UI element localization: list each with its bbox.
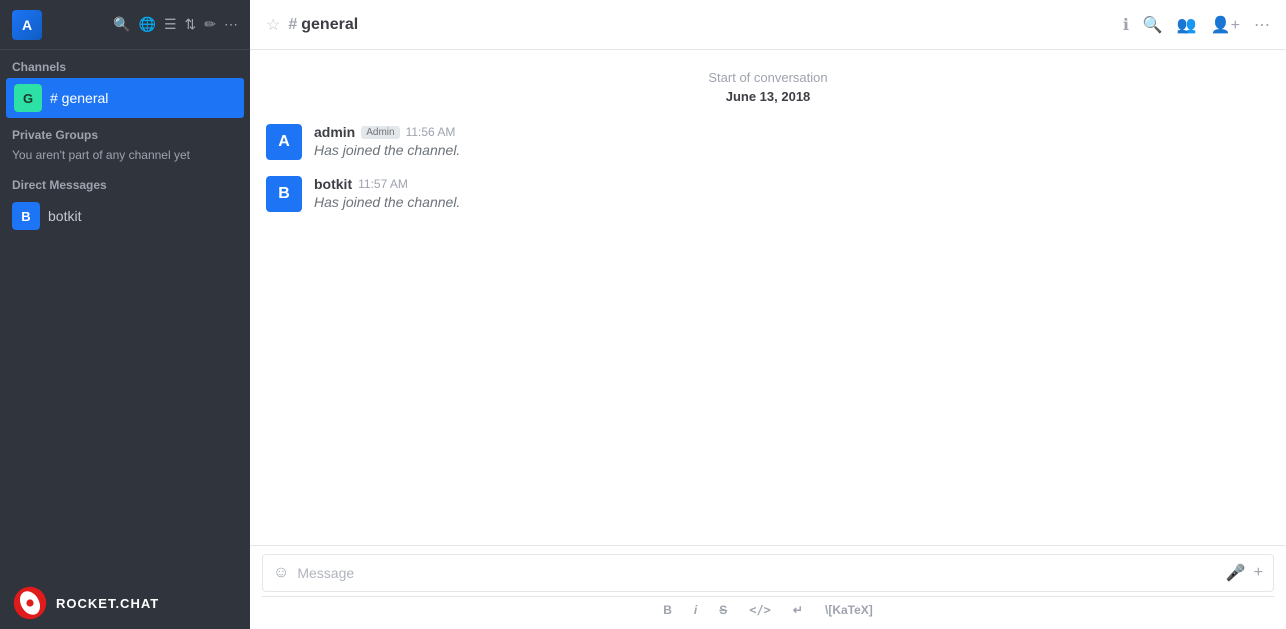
kebab-menu-icon[interactable]: ⋯ bbox=[1254, 15, 1270, 35]
logo-text: ROCKET.CHAT bbox=[56, 596, 159, 611]
message-content-admin: admin Admin 11:56 AM Has joined the chan… bbox=[314, 124, 1270, 158]
message-input-box: ☺ 🎤 + bbox=[262, 554, 1274, 592]
input-area: ☺ 🎤 + B i S </> ↵ \[KaTeX] bbox=[250, 545, 1286, 629]
main-area: ☆ # general ℹ 🔍 👥 👤+ ⋯ Start of conversa… bbox=[250, 0, 1286, 629]
rocket-logo: ROCKET.CHAT bbox=[12, 585, 159, 621]
sort-icon[interactable]: ⇅ bbox=[185, 16, 197, 33]
search-icon[interactable]: 🔍 bbox=[1143, 15, 1163, 35]
sidebar-toolbar: 🔍 🌐 ☰ ⇅ ✏ ⋯ bbox=[113, 16, 238, 33]
sidebar: A 🔍 🌐 ☰ ⇅ ✏ ⋯ Channels G # general Priva… bbox=[0, 0, 250, 629]
message-avatar-botkit: B bbox=[266, 176, 302, 212]
private-groups-label: Private Groups bbox=[0, 118, 250, 146]
code-button[interactable]: </> bbox=[745, 601, 775, 619]
message-row: B botkit 11:57 AM Has joined the channel… bbox=[266, 176, 1270, 212]
rocket-icon bbox=[12, 585, 48, 621]
microphone-icon[interactable]: 🎤 bbox=[1226, 563, 1246, 583]
channels-label: Channels bbox=[0, 50, 250, 78]
edit-icon[interactable]: ✏ bbox=[204, 16, 216, 33]
message-content-botkit: botkit 11:57 AM Has joined the channel. bbox=[314, 176, 1270, 210]
user-avatar[interactable]: A bbox=[12, 10, 42, 40]
message-header-botkit: botkit 11:57 AM bbox=[314, 176, 1270, 192]
message-text-admin: Has joined the channel. bbox=[314, 142, 1270, 158]
private-groups-empty-text: You aren't part of any channel yet bbox=[0, 146, 250, 170]
channel-title: # general bbox=[288, 16, 358, 34]
favorite-icon[interactable]: ☆ bbox=[266, 15, 280, 35]
plus-icon[interactable]: + bbox=[1254, 564, 1263, 582]
message-text-botkit: Has joined the channel. bbox=[314, 194, 1270, 210]
channel-name-general: # general bbox=[50, 90, 108, 106]
search-icon[interactable]: 🔍 bbox=[113, 16, 130, 33]
message-time-botkit: 11:57 AM bbox=[358, 177, 408, 191]
katex-button[interactable]: \[KaTeX] bbox=[821, 601, 877, 619]
message-username-admin: admin bbox=[314, 124, 355, 140]
quote-button[interactable]: ↵ bbox=[789, 601, 807, 619]
emoji-icon[interactable]: ☺ bbox=[273, 564, 289, 582]
globe-icon[interactable]: 🌐 bbox=[139, 16, 156, 33]
conversation-start-label: Start of conversation bbox=[266, 70, 1270, 85]
hash-symbol: # bbox=[288, 16, 297, 34]
more-icon[interactable]: ⋯ bbox=[224, 16, 238, 33]
messages-area: Start of conversation June 13, 2018 A ad… bbox=[250, 50, 1286, 545]
message-time-admin: 11:56 AM bbox=[406, 125, 456, 139]
members-icon[interactable]: 👥 bbox=[1177, 15, 1197, 35]
info-icon[interactable]: ℹ bbox=[1123, 15, 1129, 35]
add-member-icon[interactable]: 👤+ bbox=[1211, 15, 1240, 35]
italic-button[interactable]: i bbox=[690, 601, 701, 619]
message-toolbar: B i S </> ↵ \[KaTeX] bbox=[262, 596, 1274, 621]
dm-avatar-botkit: B bbox=[12, 202, 40, 230]
main-header: ☆ # general ℹ 🔍 👥 👤+ ⋯ bbox=[250, 0, 1286, 50]
channel-item-general[interactable]: G # general bbox=[6, 78, 244, 118]
message-avatar-admin: A bbox=[266, 124, 302, 160]
message-input[interactable] bbox=[297, 565, 1217, 581]
dm-name-botkit: botkit bbox=[48, 208, 81, 224]
sidebar-header: A 🔍 🌐 ☰ ⇅ ✏ ⋯ bbox=[0, 0, 250, 50]
channel-avatar-general: G bbox=[14, 84, 42, 112]
admin-badge: Admin bbox=[361, 126, 399, 139]
list-icon[interactable]: ☰ bbox=[164, 16, 177, 33]
message-row: A admin Admin 11:56 AM Has joined the ch… bbox=[266, 124, 1270, 160]
conversation-date: June 13, 2018 bbox=[266, 89, 1270, 104]
bold-button[interactable]: B bbox=[659, 601, 676, 619]
message-username-botkit: botkit bbox=[314, 176, 352, 192]
dm-item-botkit[interactable]: B botkit bbox=[0, 196, 250, 236]
channel-name-display: general bbox=[301, 16, 358, 34]
header-actions: ℹ 🔍 👥 👤+ ⋯ bbox=[1123, 15, 1270, 35]
message-header-admin: admin Admin 11:56 AM bbox=[314, 124, 1270, 140]
direct-messages-label: Direct Messages bbox=[0, 170, 250, 196]
sidebar-footer: ROCKET.CHAT bbox=[0, 577, 250, 629]
strikethrough-button[interactable]: S bbox=[715, 601, 731, 619]
